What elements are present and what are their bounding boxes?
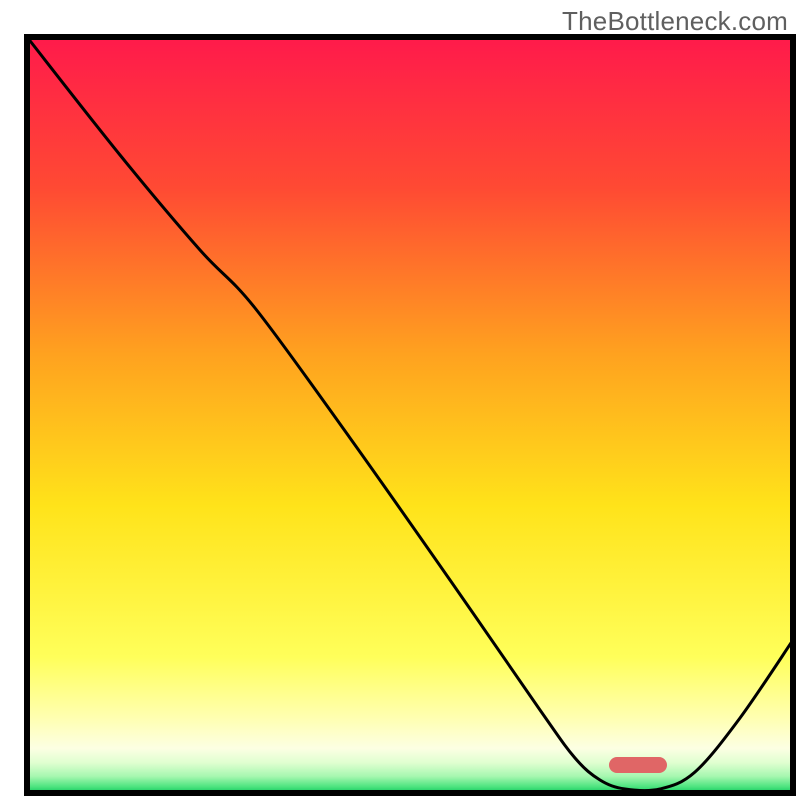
- optimum-marker: [609, 757, 667, 773]
- watermark-text: TheBottleneck.com: [562, 6, 788, 37]
- chart-svg: [0, 0, 800, 800]
- gradient-fill: [27, 37, 793, 793]
- bottleneck-chart: TheBottleneck.com: [0, 0, 800, 800]
